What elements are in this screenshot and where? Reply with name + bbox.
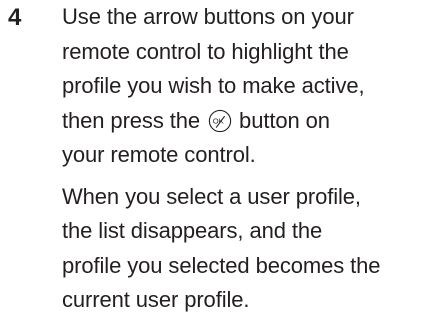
- instruction-text: button on: [233, 107, 330, 133]
- result-line: current user profile.: [62, 287, 250, 312]
- ok-button-icon: OK: [208, 109, 232, 133]
- instruction-line-with-icon: then press the OK button on: [62, 104, 438, 139]
- instruction-line: Use the arrow buttons on your: [62, 4, 354, 29]
- result-line: profile you selected becomes the: [62, 252, 381, 278]
- instruction-line: your remote control.: [62, 142, 256, 167]
- instruction-text: then press the: [62, 107, 207, 133]
- result-line: the list disappears, and the: [62, 218, 323, 243]
- instruction-paragraph: Use the arrow buttons on your remote con…: [62, 0, 438, 173]
- result-paragraph: When you select a user profile, the list…: [62, 180, 438, 318]
- result-line: When you select a user profile,: [62, 183, 361, 209]
- step-number: 4: [8, 4, 22, 31]
- instruction-step: 4 Use the arrow buttons on your remote c…: [0, 0, 442, 316]
- instruction-line: remote control to highlight the: [62, 38, 349, 64]
- step-body: Use the arrow buttons on your remote con…: [62, 0, 438, 318]
- instruction-line: profile you wish to make active,: [62, 73, 365, 98]
